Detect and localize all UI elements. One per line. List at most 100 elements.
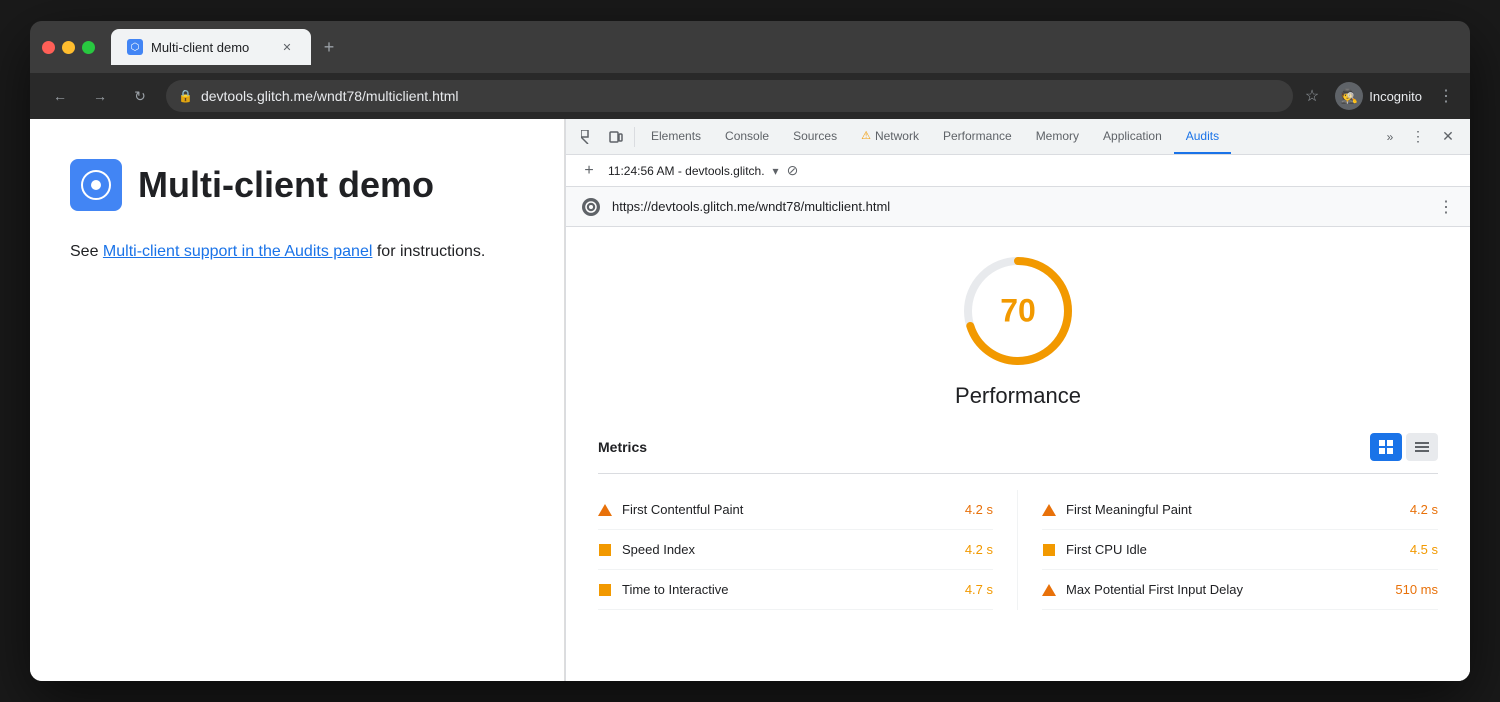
score-number: 70 bbox=[1000, 293, 1036, 330]
audit-favicon bbox=[582, 198, 600, 216]
description-before: See bbox=[70, 243, 103, 260]
score-section: 70 Performance bbox=[598, 251, 1438, 409]
metric-name-tti: Time to Interactive bbox=[622, 582, 933, 597]
metric-item-tti: Time to Interactive 4.7 s bbox=[598, 570, 993, 610]
audit-site-icon bbox=[585, 201, 597, 213]
inspector-tool-button[interactable] bbox=[574, 123, 602, 151]
devtools-tabs: Elements Console Sources ⚠ Network Perfo… bbox=[639, 119, 1376, 154]
traffic-light-close[interactable] bbox=[42, 41, 55, 54]
bookmark-icon[interactable]: ☆ bbox=[1305, 86, 1319, 106]
tab-sources[interactable]: Sources bbox=[781, 119, 849, 154]
score-circle: 70 bbox=[958, 251, 1078, 371]
logo-icon bbox=[70, 159, 122, 211]
tab-console[interactable]: Console bbox=[713, 119, 781, 154]
metric-name-si: Speed Index bbox=[622, 542, 933, 557]
timestamp-dropdown-arrow[interactable]: ▾ bbox=[773, 164, 779, 178]
incognito-label: Incognito bbox=[1369, 89, 1422, 104]
incognito-icon: 🕵 bbox=[1335, 82, 1363, 110]
metric-item-fmp: First Meaningful Paint 4.2 s bbox=[1042, 490, 1438, 530]
traffic-light-maximize[interactable] bbox=[82, 41, 95, 54]
tab-close-button[interactable]: ✕ bbox=[279, 39, 295, 55]
incognito-badge: 🕵 Incognito bbox=[1335, 82, 1422, 110]
metric-value-mpfid: 510 ms bbox=[1388, 582, 1438, 597]
tab-bar: ⬡ Multi-client demo ✕ + bbox=[111, 29, 1458, 65]
metric-name-mpfid: Max Potential First Input Delay bbox=[1066, 582, 1378, 597]
metric-item-fci: First CPU Idle 4.5 s bbox=[1042, 530, 1438, 570]
address-text: devtools.glitch.me/wndt78/multiclient.ht… bbox=[201, 88, 1281, 104]
metric-item-mpfid: Max Potential First Input Delay 510 ms bbox=[1042, 570, 1438, 610]
title-bar: ⬡ Multi-client demo ✕ + bbox=[30, 21, 1470, 73]
metric-value-si: 4.2 s bbox=[943, 542, 993, 557]
refresh-button[interactable]: ↻ bbox=[126, 82, 154, 110]
browser-menu-button[interactable]: ⋮ bbox=[1438, 86, 1454, 106]
metric-value-fci: 4.5 s bbox=[1388, 542, 1438, 557]
network-warning-icon: ⚠ bbox=[861, 129, 871, 142]
devtools-close-button[interactable]: ✕ bbox=[1434, 123, 1462, 151]
lock-icon: 🔒 bbox=[178, 89, 193, 103]
score-label: Performance bbox=[955, 383, 1081, 409]
metric-name-fci: First CPU Idle bbox=[1066, 542, 1378, 557]
traffic-light-minimize[interactable] bbox=[62, 41, 75, 54]
browser-window: ⬡ Multi-client demo ✕ + ← → ↻ 🔒 devtools… bbox=[30, 21, 1470, 681]
metric-icon-mpfid bbox=[1042, 583, 1056, 597]
tab-elements[interactable]: Elements bbox=[639, 119, 713, 154]
more-tabs-button[interactable]: » bbox=[1376, 123, 1404, 151]
devtools-url-bar: https://devtools.glitch.me/wndt78/multic… bbox=[566, 187, 1470, 227]
list-view-button[interactable] bbox=[1406, 433, 1438, 461]
logo-svg bbox=[80, 169, 112, 201]
tab-application[interactable]: Application bbox=[1091, 119, 1174, 154]
devtools-actions: ⋮ ✕ bbox=[1404, 123, 1462, 151]
browser-tab[interactable]: ⬡ Multi-client demo ✕ bbox=[111, 29, 311, 65]
metrics-grid: First Contentful Paint 4.2 s Speed Index… bbox=[598, 490, 1438, 610]
description-after: for instructions. bbox=[372, 243, 485, 260]
grid-view-button[interactable] bbox=[1370, 433, 1402, 461]
metrics-view-toggle bbox=[1370, 433, 1438, 461]
inspector-icon bbox=[581, 130, 595, 144]
audit-url-text: https://devtools.glitch.me/wndt78/multic… bbox=[612, 199, 1426, 214]
add-audit-button[interactable]: + bbox=[578, 160, 600, 182]
address-bar: ← → ↻ 🔒 devtools.glitch.me/wndt78/multic… bbox=[30, 73, 1470, 119]
block-icon[interactable]: ⊘ bbox=[787, 162, 799, 179]
tab-performance[interactable]: Performance bbox=[931, 119, 1024, 154]
metric-name-fcp: First Contentful Paint bbox=[622, 502, 933, 517]
metric-value-fcp: 4.2 s bbox=[943, 502, 993, 517]
metric-name-fmp: First Meaningful Paint bbox=[1066, 502, 1378, 517]
back-button[interactable]: ← bbox=[46, 82, 74, 110]
traffic-lights bbox=[42, 41, 95, 54]
metrics-section: Metrics bbox=[598, 433, 1438, 610]
metric-icon-fcp bbox=[598, 503, 612, 517]
metrics-header: Metrics bbox=[598, 433, 1438, 461]
metric-value-tti: 4.7 s bbox=[943, 582, 993, 597]
page-title: Multi-client demo bbox=[138, 164, 434, 206]
page-content: Multi-client demo See Multi-client suppo… bbox=[30, 119, 565, 681]
audit-url-options[interactable]: ⋮ bbox=[1438, 197, 1454, 217]
metric-icon-fci bbox=[1042, 543, 1056, 557]
new-tab-button[interactable]: + bbox=[315, 33, 343, 61]
tab-audits[interactable]: Audits bbox=[1174, 119, 1231, 154]
audits-panel-link[interactable]: Multi-client support in the Audits panel bbox=[103, 243, 372, 260]
forward-button[interactable]: → bbox=[86, 82, 114, 110]
audit-results: 70 Performance Metrics bbox=[566, 227, 1470, 681]
tab-title: Multi-client demo bbox=[151, 40, 271, 55]
page-description: See Multi-client support in the Audits p… bbox=[70, 239, 524, 265]
audit-timestamp: 11:24:56 AM - devtools.glitch. bbox=[608, 164, 765, 178]
tab-favicon: ⬡ bbox=[127, 39, 143, 55]
address-right-controls: ☆ 🕵 Incognito ⋮ bbox=[1305, 82, 1454, 110]
metric-item-fcp: First Contentful Paint 4.2 s bbox=[598, 490, 993, 530]
address-bar-input[interactable]: 🔒 devtools.glitch.me/wndt78/multiclient.… bbox=[166, 80, 1293, 112]
devtools-options-button[interactable]: ⋮ bbox=[1404, 123, 1432, 151]
metric-icon-fmp bbox=[1042, 503, 1056, 517]
metrics-divider bbox=[598, 473, 1438, 474]
tab-memory[interactable]: Memory bbox=[1024, 119, 1091, 154]
devtools-toolbar: Elements Console Sources ⚠ Network Perfo… bbox=[566, 119, 1470, 155]
device-icon bbox=[609, 130, 623, 144]
page-logo: Multi-client demo bbox=[70, 159, 524, 211]
toolbar-divider bbox=[634, 127, 635, 147]
main-content: Multi-client demo See Multi-client suppo… bbox=[30, 119, 1470, 681]
metric-icon-si bbox=[598, 543, 612, 557]
metric-item-si: Speed Index 4.2 s bbox=[598, 530, 993, 570]
metric-value-fmp: 4.2 s bbox=[1388, 502, 1438, 517]
tab-network[interactable]: ⚠ Network bbox=[849, 119, 931, 154]
devtools-panel: Elements Console Sources ⚠ Network Perfo… bbox=[565, 119, 1470, 681]
device-toolbar-button[interactable] bbox=[602, 123, 630, 151]
